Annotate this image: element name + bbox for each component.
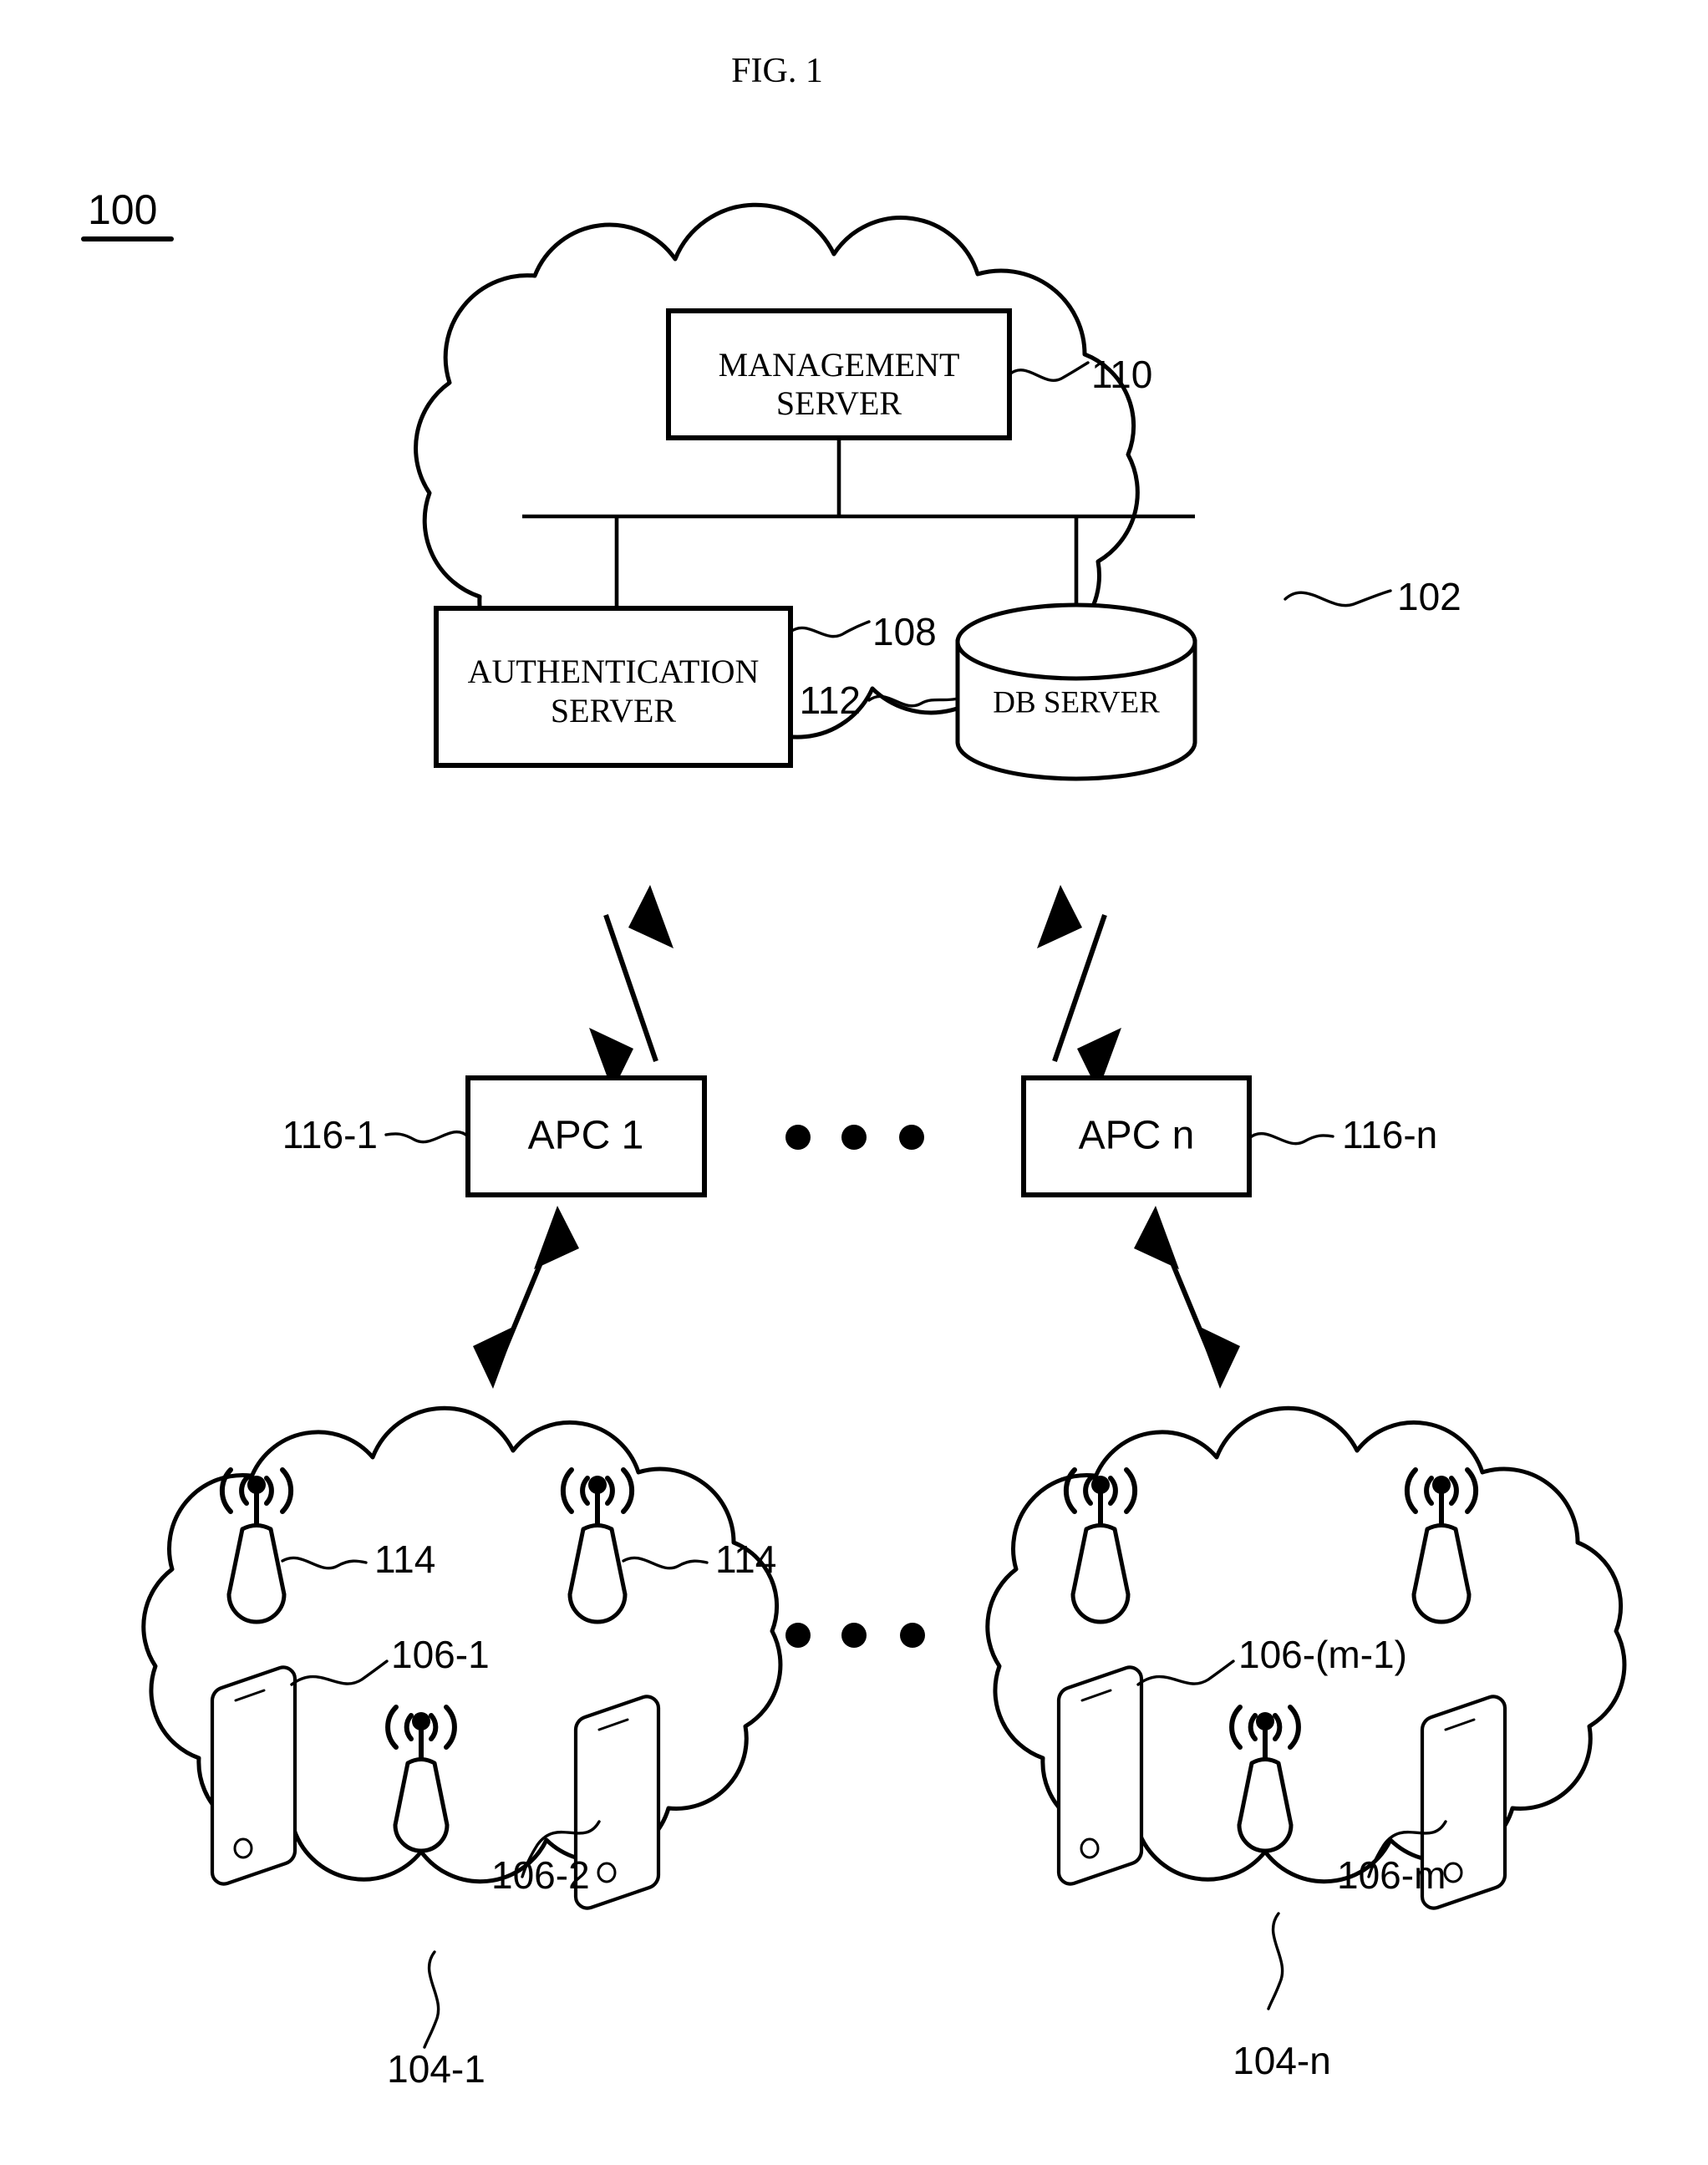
authentication-server-label-line2: SERVER [551,692,676,729]
apc-n-leader [1248,1131,1334,1146]
network-cloud: MANAGEMENT SERVER 110 AUTHENTICATION SER… [414,202,1461,781]
access-cloud-right-leader [1267,1912,1284,2010]
arrow-head-up-left [628,885,674,948]
terminal-106-m-ref: 106-m [1337,1853,1446,1897]
arrow-head-up-apc1 [534,1206,579,1269]
apc-n-node[interactable]: APC n 116-n [1021,1075,1437,1197]
apc-ellipsis-dot-2 [841,1125,867,1150]
terminal-106-2-ref: 106-2 [491,1853,590,1897]
network-cloud-ref-group: 102 [1284,575,1461,618]
arrow-head-up-apcn [1134,1206,1179,1269]
access-cloud-right-ref: 104-n [1233,2039,1331,2082]
apc-ellipsis-dot-3 [899,1125,924,1150]
network-cloud-leader [1284,589,1392,607]
apc-ellipsis [785,1125,924,1150]
access-cloud-left: 114 114 106-1 106-2 104-1 [141,1405,783,2091]
access-cloud-left-leader [423,1950,440,2049]
authentication-server-ref: 108 [872,610,937,653]
arrow-head-down-apcn [1197,1325,1240,1389]
management-server-label-line1: MANAGEMENT [719,346,960,384]
access-cloud-ellipsis-dot-1 [785,1623,811,1648]
apc-1-ref: 116-1 [282,1113,378,1156]
management-server-ref: 110 [1091,353,1152,396]
terminal-106-m-minus-1-body [1056,1665,1144,1886]
terminal-106-m-minus-1-ref: 106-(m-1) [1238,1633,1407,1676]
network-cloud-ref: 102 [1397,575,1461,618]
apc-1-leader [384,1130,470,1144]
management-server-label-line2: SERVER [776,384,902,422]
figure-canvas: FIG. 1 100 MANAGEMENT SERVER 110 AUTHENT… [81,52,1627,2091]
cloud-to-apc-left-arrow [589,885,674,1091]
apc-1-label: APC 1 [528,1114,644,1158]
access-cloud-ellipsis [785,1623,925,1648]
arrow-head-up-right [1037,885,1082,948]
apc-ellipsis-dot-1 [785,1125,811,1150]
apc-1-node[interactable]: APC 1 116-1 [282,1075,707,1197]
access-cloud-left-ref-group: 104-1 [387,1950,485,2091]
access-cloud-ellipsis-dot-3 [900,1623,925,1648]
apc-1-to-cloud-arrow [473,1206,579,1389]
arrow-head-down-apc1 [473,1325,516,1389]
system-reference: 100 [81,186,174,241]
db-server-label: DB SERVER [993,685,1160,719]
ap-ref-left-2: 114 [715,1537,776,1581]
terminal-106-1-body [210,1665,297,1886]
apc-n-ref: 116-n [1342,1113,1437,1156]
apc-n-label: APC n [1079,1114,1195,1158]
access-cloud-right-ref-group: 104-n [1233,1912,1331,2082]
access-cloud-ellipsis-dot-2 [841,1623,867,1648]
authentication-server-label-line1: AUTHENTICATION [468,653,760,690]
figure-title: FIG. 1 [731,52,823,90]
db-server-cylinder-top [955,602,1197,681]
cloud-to-apc-right-arrow [1037,885,1121,1091]
ap-ref-left-1: 114 [374,1537,435,1581]
apc-n-to-cloud-arrow [1134,1206,1240,1389]
db-server-ref: 112 [800,678,861,722]
access-cloud-right: 106-(m-1) 106-m 104-n [985,1405,1627,2082]
access-cloud-left-ref: 104-1 [387,2047,485,2091]
system-reference-label: 100 [88,186,157,233]
patent-figure-page: FIG. 1 100 MANAGEMENT SERVER 110 AUTHENT… [0,0,1708,2165]
terminal-106-1-ref: 106-1 [391,1633,490,1676]
